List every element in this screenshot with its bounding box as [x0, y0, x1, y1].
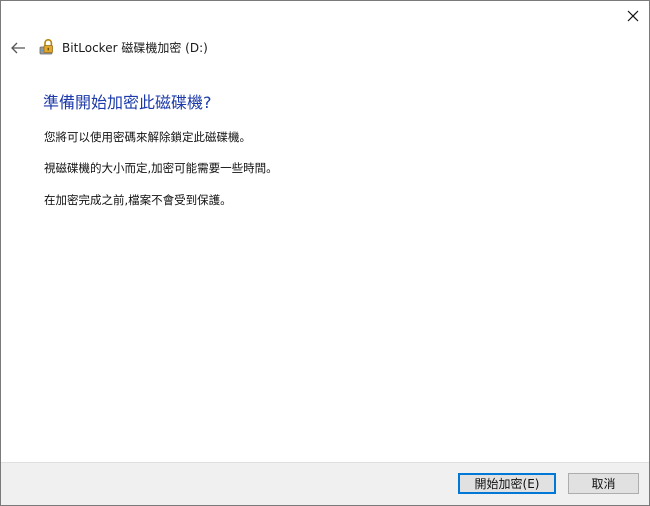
close-button[interactable]	[617, 1, 649, 31]
info-text-password-unlock: 您將可以使用密碼來解除鎖定此磁碟機。	[44, 130, 251, 144]
cancel-button[interactable]: 取消	[568, 473, 639, 494]
dialog-footer: 開始加密(E) 取消	[1, 462, 649, 505]
window-title: BitLocker 磁碟機加密 (D:)	[62, 41, 208, 55]
bitlocker-drive-icon	[39, 39, 53, 55]
bitlocker-dialog: BitLocker 磁碟機加密 (D:) 準備開始加密此磁碟機? 您將可以使用密…	[0, 0, 650, 506]
info-text-encryption-time: 視磁碟機的大小而定,加密可能需要一些時間。	[44, 161, 278, 175]
back-button[interactable]	[7, 37, 29, 59]
page-heading: 準備開始加密此磁碟機?	[43, 93, 212, 112]
back-arrow-icon	[11, 42, 25, 54]
info-text-files-unprotected: 在加密完成之前,檔案不會受到保護。	[44, 193, 232, 207]
start-encryption-button[interactable]: 開始加密(E)	[458, 473, 556, 494]
close-icon	[627, 10, 639, 22]
